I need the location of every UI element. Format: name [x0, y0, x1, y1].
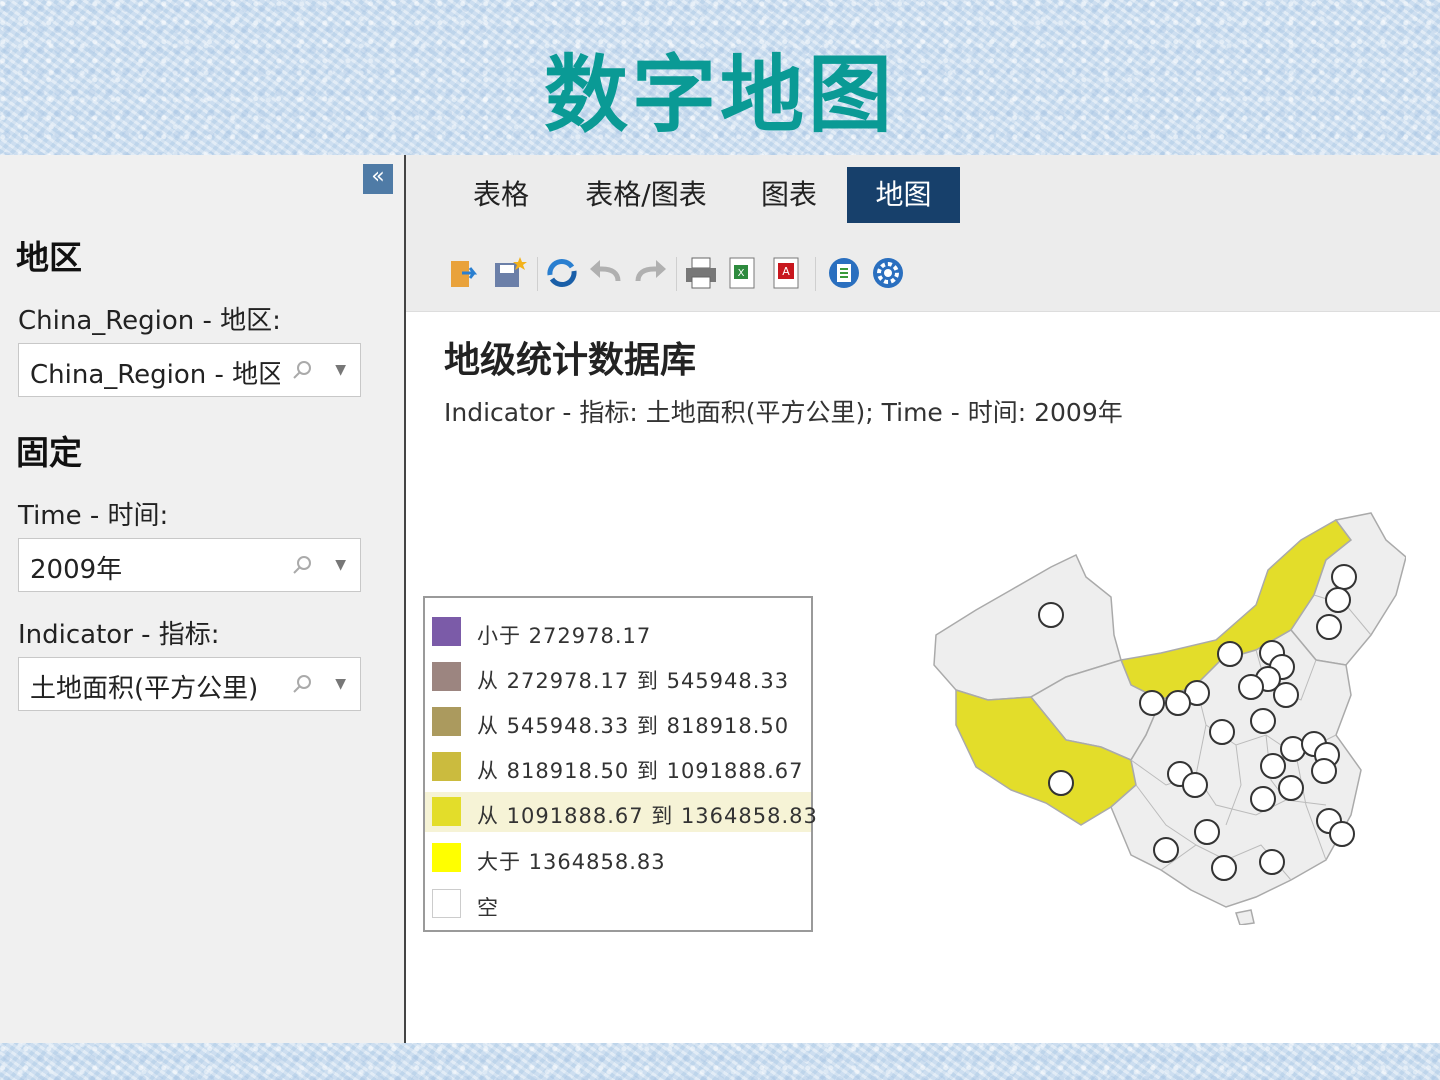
legend-label: 空 [477, 896, 499, 920]
legend-label: 从 272978.17 到 545948.33 [477, 669, 790, 693]
search-icon[interactable] [292, 674, 312, 694]
view-tabs: 表格 表格/图表 图表 地图 [406, 155, 1440, 233]
tab-table[interactable]: 表格 [456, 167, 546, 223]
city-marker[interactable] [1165, 690, 1191, 716]
city-marker[interactable] [1209, 719, 1235, 745]
city-marker[interactable] [1048, 770, 1074, 796]
app-panel: « 地区 China_Region - 地区: China_Region - 地… [0, 155, 1440, 1043]
slide-title: 数字地图 [543, 46, 896, 144]
tab-chart[interactable]: 图表 [744, 167, 834, 223]
legend-label: 从 545948.33 到 818918.50 [477, 714, 790, 738]
legend-swatch [432, 797, 461, 826]
tab-table-chart[interactable]: 表格/图表 [581, 167, 711, 223]
tab-map[interactable]: 地图 [847, 167, 960, 223]
legend-item[interactable]: 从 818918.50 到 1091888.67 [425, 747, 811, 787]
legend-item[interactable]: 大于 1364858.83 [425, 838, 811, 878]
legend-label: 大于 1364858.83 [477, 850, 666, 874]
chevron-down-icon[interactable]: ▼ [335, 676, 346, 692]
double-chevron-left-icon: « [371, 164, 385, 189]
map-legend: 小于 272978.17 从 272978.17 到 545948.33 从 5… [423, 596, 817, 932]
excel-export-icon[interactable]: X [724, 255, 760, 291]
open-folder-icon[interactable] [448, 255, 484, 291]
city-marker[interactable] [1273, 682, 1299, 708]
toolbar-separator [676, 257, 677, 291]
chevron-down-icon[interactable]: ▼ [335, 557, 346, 573]
city-marker[interactable] [1250, 786, 1276, 812]
redo-icon[interactable] [632, 255, 668, 291]
indicator-select-value: 土地面积(平方公里) [30, 674, 259, 704]
city-marker[interactable] [1311, 758, 1337, 784]
region-label: China_Region - 地区: [18, 306, 281, 336]
chevron-down-icon[interactable]: ▼ [335, 362, 346, 378]
legend-item[interactable]: 从 1091888.67 到 1364858.83 [425, 792, 817, 832]
settings-icon[interactable] [870, 255, 906, 291]
region-heading: 地区 [16, 238, 82, 277]
time-label: Time - 时间: [18, 501, 169, 531]
city-marker[interactable] [1038, 602, 1064, 628]
city-marker[interactable] [1260, 753, 1286, 779]
legend-swatch [432, 617, 461, 646]
city-marker[interactable] [1280, 736, 1306, 762]
city-marker[interactable] [1259, 849, 1285, 875]
legend-swatch [432, 889, 461, 918]
search-icon[interactable] [292, 360, 312, 380]
choropleth-map[interactable] [906, 485, 1406, 925]
time-select[interactable]: 2009年 ▼ [18, 538, 361, 592]
legend-label: 小于 272978.17 [477, 624, 652, 648]
city-marker[interactable] [1250, 708, 1276, 734]
save-new-icon[interactable] [492, 255, 528, 291]
time-select-value: 2009年 [30, 555, 123, 585]
city-marker[interactable] [1211, 855, 1237, 881]
pdf-export-icon[interactable]: A [768, 255, 804, 291]
legend-item[interactable]: 从 545948.33 到 818918.50 [425, 702, 811, 742]
toolbar-separator [537, 257, 538, 291]
city-marker[interactable] [1153, 837, 1179, 863]
city-marker[interactable] [1278, 775, 1304, 801]
toolbar-separator [815, 257, 816, 291]
legend-label: 从 818918.50 到 1091888.67 [477, 759, 804, 783]
city-marker[interactable] [1194, 819, 1220, 845]
legend-swatch [432, 662, 461, 691]
toolbar: X A [406, 233, 1440, 312]
print-icon[interactable] [683, 255, 719, 291]
report-subtitle: Indicator - 指标: 土地面积(平方公里); Time - 时间: 2… [444, 398, 1123, 427]
refresh-icon[interactable] [544, 255, 580, 291]
svg-text:A: A [782, 265, 790, 278]
legend-label: 从 1091888.67 到 1364858.83 [477, 804, 818, 828]
city-marker[interactable] [1316, 614, 1342, 640]
report-title: 地级统计数据库 [444, 340, 697, 381]
legend-item[interactable]: 空 [425, 884, 811, 924]
city-marker[interactable] [1331, 564, 1357, 590]
map-region-hainan[interactable] [1235, 909, 1255, 925]
legend-swatch [432, 752, 461, 781]
city-marker[interactable] [1139, 690, 1165, 716]
city-marker[interactable] [1217, 641, 1243, 667]
indicator-select[interactable]: 土地面积(平方公里) ▼ [18, 657, 361, 711]
report-area: 表格 表格/图表 图表 地图 X A 地级统计数据库 Indicator - 指… [406, 155, 1440, 1043]
legend-item[interactable]: 小于 272978.17 [425, 612, 811, 652]
indicator-label: Indicator - 指标: [18, 620, 220, 650]
city-marker[interactable] [1329, 821, 1355, 847]
search-icon[interactable] [292, 555, 312, 575]
collapse-sidebar-button[interactable]: « [363, 164, 393, 194]
filter-sidebar: « 地区 China_Region - 地区: China_Region - 地… [0, 155, 406, 1043]
legend-item[interactable]: 从 272978.17 到 545948.33 [425, 657, 811, 697]
info-icon[interactable] [826, 255, 862, 291]
legend-swatch [432, 843, 461, 872]
svg-text:X: X [738, 268, 745, 279]
city-marker[interactable] [1182, 772, 1208, 798]
region-select-value: China_Region - 地区... [30, 360, 280, 390]
fixed-heading: 固定 [16, 433, 82, 472]
region-select[interactable]: China_Region - 地区... ▼ [18, 343, 361, 397]
undo-icon[interactable] [588, 255, 624, 291]
city-marker[interactable] [1238, 674, 1264, 700]
legend-swatch [432, 707, 461, 736]
city-marker[interactable] [1325, 587, 1351, 613]
